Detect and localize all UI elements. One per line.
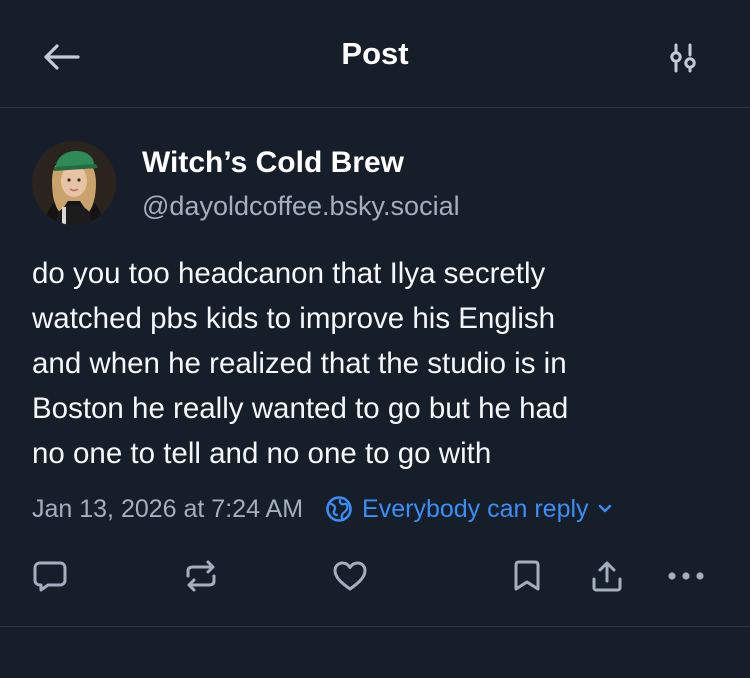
more-icon [668,572,704,580]
repost-icon [186,560,216,592]
globe-icon [325,495,353,523]
bookmark-button[interactable] [503,552,551,600]
thread-settings-button[interactable] [660,36,706,80]
reply-icon [33,561,67,592]
display-name[interactable]: Witch’s Cold Brew [142,143,404,183]
repost-button[interactable] [177,552,225,600]
back-button[interactable] [38,34,84,80]
page-title: Post [341,36,409,71]
like-icon [333,561,367,591]
profile-photo [32,141,116,225]
post-text-line: Boston he really wanted to go but he had [32,392,569,425]
chevron-down-icon [598,504,612,514]
reply-setting-button[interactable]: Everybody can reply [325,495,612,524]
arrow-left-icon [44,44,80,70]
post-text-line: watched pbs kids to improve his English [32,302,556,335]
post-text: do you too headcanon that Ilya secretly … [32,251,722,476]
handle[interactable]: @dayoldcoffee.bsky.social [142,188,460,224]
post-text-line: do you too headcanon that Ilya secretly [32,257,546,290]
top-bar: Post [0,0,750,108]
reply-setting-label: Everybody can reply [362,494,589,523]
post-timestamp: Jan 13, 2026 at 7:24 AM [32,494,304,523]
reply-button[interactable] [26,552,74,600]
bookmark-icon [514,560,540,591]
share-button[interactable] [583,552,631,600]
share-icon [592,561,622,592]
like-button[interactable] [326,552,374,600]
post-text-line: no one to tell and no one to go with [32,437,492,470]
more-options-button[interactable] [662,552,710,600]
divider [0,626,750,627]
post-meta: Jan 13, 2026 at 7:24 AM Everybody can re… [32,490,612,528]
sliders-icon [670,43,696,73]
avatar[interactable] [32,141,116,225]
post-text-line: and when he realized that the studio is … [32,347,567,380]
